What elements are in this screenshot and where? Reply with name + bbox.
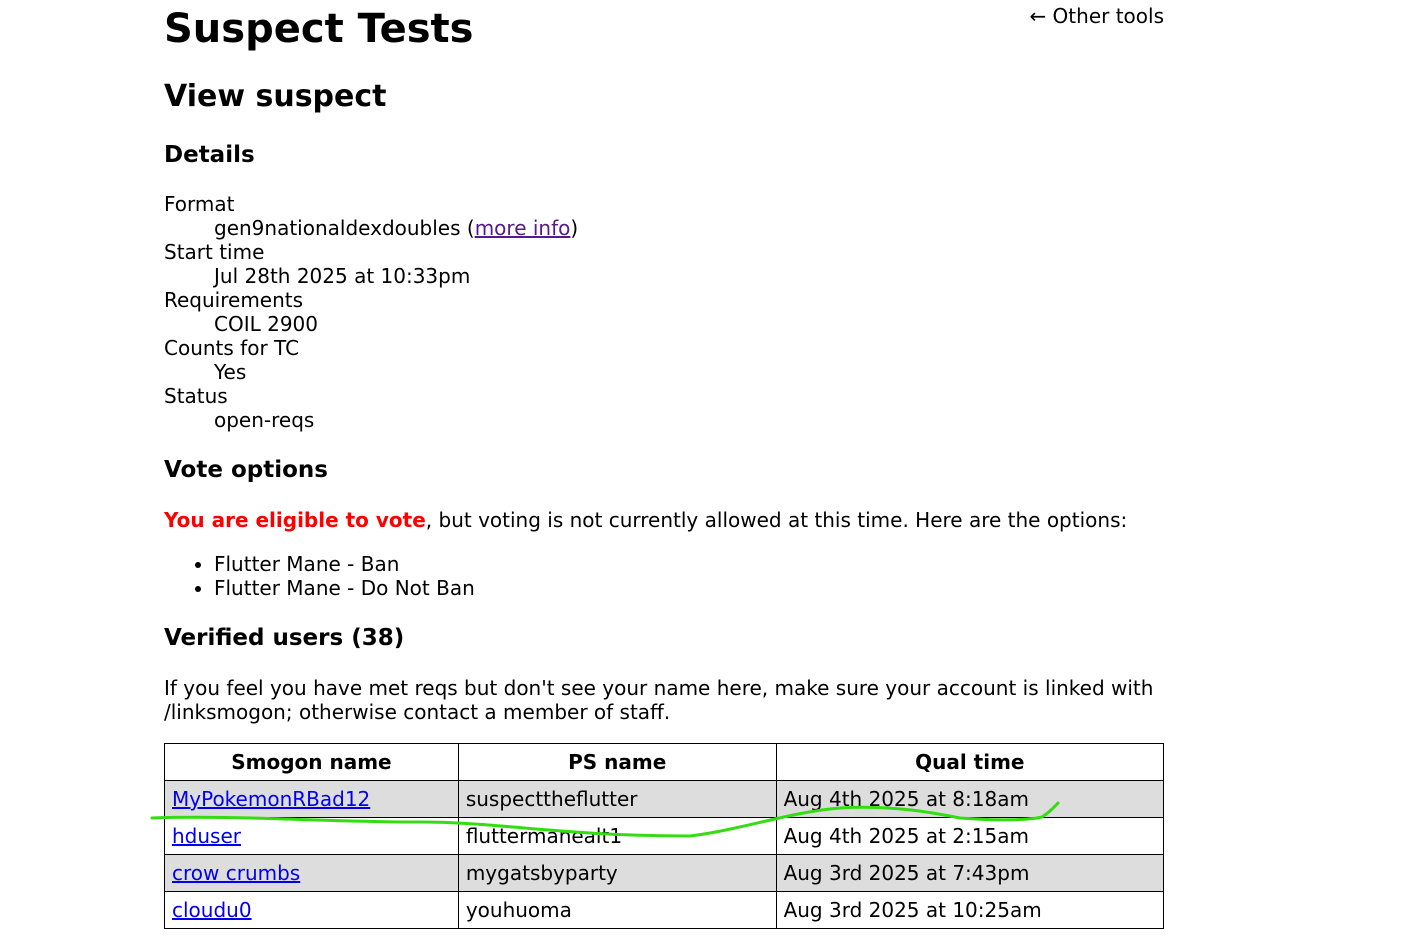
counts-for-tc-value: Yes (214, 360, 247, 384)
counts-for-tc-label: Counts for TC (164, 336, 300, 360)
table-row: crow crumbs mygatsbyparty Aug 3rd 2025 a… (164, 854, 1165, 892)
vote-eligibility-message: You are eligible to vote, but voting is … (164, 508, 1127, 532)
vote-options-heading: Vote options (164, 457, 328, 483)
ps-name-cell: youhuoma (457, 891, 777, 929)
smogon-user-link[interactable]: crow crumbs (172, 861, 300, 885)
table-row: cloudu0 youhuoma Aug 3rd 2025 at 10:25am (164, 891, 1165, 929)
column-header-qual-time: Qual time (775, 743, 1165, 781)
smogon-user-link[interactable]: hduser (172, 824, 241, 848)
table-row: hduser fluttermanealt1 Aug 4th 2025 at 2… (164, 817, 1165, 855)
vote-option: Flutter Mane - Do Not Ban (214, 576, 475, 600)
status-label: Status (164, 384, 228, 408)
view-suspect-heading: View suspect (164, 79, 387, 114)
table-row: MyPokemonRBad12 suspecttheflutter Aug 4t… (164, 780, 1165, 818)
ps-name-cell: fluttermanealt1 (457, 817, 777, 855)
vote-message: , but voting is not currently allowed at… (425, 508, 1128, 532)
eligible-notice: You are eligible to vote (164, 508, 426, 532)
start-time-label: Start time (164, 240, 265, 264)
qual-time-cell: Aug 4th 2025 at 2:15am (775, 817, 1165, 855)
details-list: Format gen9nationaldexdoubles (more info… (164, 192, 578, 432)
format-label: Format (164, 192, 235, 216)
table-header-row: Smogon name PS name Qual time (164, 743, 1165, 781)
format-value: gen9nationaldexdoubles (214, 216, 461, 240)
ps-name-cell: suspecttheflutter (457, 780, 777, 818)
smogon-name-cell: crow crumbs (164, 854, 459, 892)
qual-time-cell: Aug 3rd 2025 at 10:25am (775, 891, 1165, 929)
smogon-name-cell: MyPokemonRBad12 (164, 780, 459, 818)
column-header-smogon-name: Smogon name (164, 743, 459, 781)
verified-users-table: Smogon name PS name Qual time MyPokemonR… (164, 743, 1165, 929)
requirements-label: Requirements (164, 288, 304, 312)
ps-name-cell: mygatsbyparty (457, 854, 777, 892)
vote-options-list: Flutter Mane - Ban Flutter Mane - Do Not… (164, 552, 475, 600)
verified-users-note: If you feel you have met reqs but don't … (164, 676, 1154, 724)
smogon-name-cell: hduser (164, 817, 459, 855)
paren-close: ) (570, 216, 579, 240)
vote-option: Flutter Mane - Ban (214, 552, 475, 576)
more-info-link[interactable]: more info (475, 216, 571, 240)
smogon-user-link[interactable]: MyPokemonRBad12 (172, 787, 370, 811)
verified-users-heading: Verified users (38) (164, 625, 405, 651)
smogon-user-link[interactable]: cloudu0 (172, 898, 252, 922)
column-header-ps-name: PS name (457, 743, 777, 781)
start-time-value: Jul 28th 2025 at 10:33pm (214, 264, 471, 288)
requirements-value: COIL 2900 (214, 312, 319, 336)
qual-time-cell: Aug 3rd 2025 at 7:43pm (775, 854, 1165, 892)
other-tools-link[interactable]: ← Other tools (1029, 4, 1164, 28)
format-value-row: gen9nationaldexdoubles (more info) (164, 216, 578, 240)
smogon-name-cell: cloudu0 (164, 891, 459, 929)
page-title: Suspect Tests (164, 6, 474, 52)
qual-time-cell: Aug 4th 2025 at 8:18am (775, 780, 1165, 818)
details-heading: Details (164, 142, 255, 168)
paren-open: ( (460, 216, 475, 240)
status-value: open-reqs (214, 408, 315, 432)
